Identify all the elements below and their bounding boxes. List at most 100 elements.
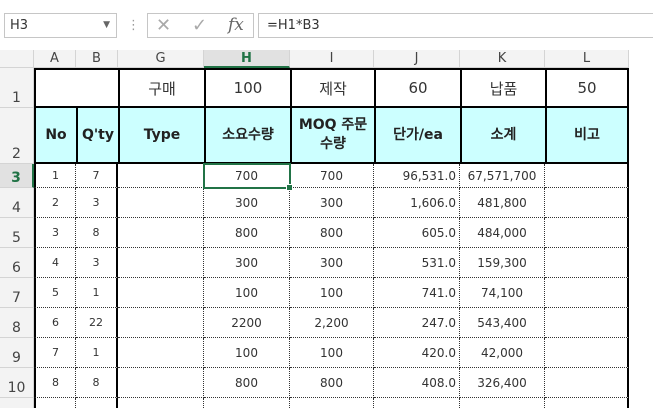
column-header-h[interactable]: H [204, 50, 290, 68]
column-header-j[interactable]: J [374, 50, 460, 68]
table-cell-b[interactable]: 1 [76, 338, 118, 368]
table-cell-b[interactable]: 8 [76, 218, 118, 248]
table-cell-l[interactable] [545, 164, 629, 188]
table-cell-i[interactable]: 800 [290, 368, 374, 398]
table-cell-j[interactable]: 408.0 [374, 368, 460, 398]
table-cell-a[interactable]: 8 [34, 368, 76, 398]
table-cell-l[interactable] [545, 308, 629, 338]
cell-a2[interactable]: No [34, 108, 76, 164]
cell-b2[interactable]: Q'ty [76, 108, 118, 164]
cell-l1[interactable]: 50 [545, 68, 629, 108]
table-cell-k[interactable]: 67,571,700 [460, 164, 545, 188]
table-cell-h[interactable]: 300 [204, 188, 290, 218]
column-header-a[interactable]: A [34, 50, 76, 68]
row-header-3[interactable]: 3 [0, 164, 34, 188]
table-cell-i[interactable]: 700 [290, 164, 374, 188]
table-cell-k[interactable]: 74,100 [460, 278, 545, 308]
table-cell-i[interactable]: 300 [290, 248, 374, 278]
table-cell-j[interactable]: 96,531.0 [374, 164, 460, 188]
row-header-9[interactable]: 9 [0, 338, 34, 368]
cell-h1[interactable]: 100 [204, 68, 290, 108]
table-cell-g[interactable] [118, 188, 204, 218]
cell-i1[interactable]: 제작 [290, 68, 374, 108]
table-cell-k[interactable]: 484,000 [460, 218, 545, 248]
table-cell-h[interactable]: 800 [204, 368, 290, 398]
row-header-7[interactable]: 7 [0, 278, 34, 308]
table-cell-k[interactable]: 481,800 [460, 188, 545, 218]
table-cell-a[interactable]: 5 [34, 278, 76, 308]
cell-i2[interactable]: MOQ 주문 수량 [290, 108, 374, 164]
empty-cell[interactable] [118, 398, 204, 408]
table-cell-i[interactable]: 800 [290, 218, 374, 248]
table-cell-g[interactable] [118, 248, 204, 278]
row-header-5[interactable]: 5 [0, 218, 34, 248]
cell-k1[interactable]: 납품 [460, 68, 545, 108]
name-box[interactable]: H3 ▼ [4, 13, 117, 38]
row-header-4[interactable]: 4 [0, 188, 34, 218]
table-cell-g[interactable] [118, 368, 204, 398]
column-header-b[interactable]: B [76, 50, 118, 68]
cell-j1[interactable]: 60 [374, 68, 460, 108]
table-cell-g[interactable] [118, 164, 204, 188]
table-cell-i[interactable]: 300 [290, 188, 374, 218]
table-cell-j[interactable]: 420.0 [374, 338, 460, 368]
table-cell-i[interactable]: 2,200 [290, 308, 374, 338]
table-cell-h[interactable]: 100 [204, 338, 290, 368]
empty-cell[interactable] [290, 398, 374, 408]
table-cell-k[interactable]: 326,400 [460, 368, 545, 398]
table-cell-a[interactable]: 4 [34, 248, 76, 278]
table-cell-g[interactable] [118, 308, 204, 338]
table-cell-j[interactable]: 605.0 [374, 218, 460, 248]
table-cell-l[interactable] [545, 218, 629, 248]
table-cell-g[interactable] [118, 278, 204, 308]
table-cell-h[interactable]: 700 [204, 164, 290, 188]
table-cell-k[interactable]: 42,000 [460, 338, 545, 368]
table-cell-g[interactable] [118, 338, 204, 368]
cell-j2[interactable]: 단가/ea [374, 108, 460, 164]
formula-input[interactable]: =H1*B3 [258, 13, 653, 38]
table-cell-i[interactable]: 100 [290, 278, 374, 308]
table-cell-a[interactable]: 3 [34, 218, 76, 248]
row-header-2[interactable]: 2 [0, 108, 34, 164]
table-cell-l[interactable] [545, 188, 629, 218]
table-cell-i[interactable]: 100 [290, 338, 374, 368]
row-header-10[interactable]: 10 [0, 368, 34, 398]
cancel-icon[interactable]: ✕ [156, 14, 171, 37]
enter-icon[interactable]: ✓ [192, 14, 207, 37]
cell-g1[interactable]: 구매 [118, 68, 204, 108]
column-header-k[interactable]: K [460, 50, 545, 68]
empty-cell[interactable] [374, 398, 460, 408]
empty-cell[interactable] [460, 398, 545, 408]
more-options-icon[interactable]: ⋮ [127, 13, 140, 38]
table-cell-k[interactable]: 159,300 [460, 248, 545, 278]
row-header-8[interactable]: 8 [0, 308, 34, 338]
table-cell-b[interactable]: 8 [76, 368, 118, 398]
empty-cell[interactable] [76, 398, 118, 408]
table-cell-h[interactable]: 2200 [204, 308, 290, 338]
row-header-1[interactable]: 1 [0, 68, 34, 108]
table-cell-j[interactable]: 741.0 [374, 278, 460, 308]
cell-h2[interactable]: 소요수량 [204, 108, 290, 164]
select-all-corner[interactable] [0, 50, 34, 68]
cell-k2[interactable]: 소계 [460, 108, 545, 164]
column-header-l[interactable]: L [545, 50, 629, 68]
table-cell-h[interactable]: 800 [204, 218, 290, 248]
table-cell-b[interactable]: 22 [76, 308, 118, 338]
cell-g2[interactable]: Type [118, 108, 204, 164]
column-header-g[interactable]: G [118, 50, 204, 68]
cell-l2[interactable]: 비고 [545, 108, 629, 164]
row-header-6[interactable]: 6 [0, 248, 34, 278]
table-cell-b[interactable]: 3 [76, 248, 118, 278]
table-cell-k[interactable]: 543,400 [460, 308, 545, 338]
row-header-partial[interactable] [0, 398, 34, 408]
chevron-down-icon[interactable]: ▼ [103, 14, 110, 37]
cell-b1[interactable] [76, 68, 118, 108]
table-cell-b[interactable]: 1 [76, 278, 118, 308]
table-cell-l[interactable] [545, 338, 629, 368]
table-cell-a[interactable]: 2 [34, 188, 76, 218]
table-cell-a[interactable]: 7 [34, 338, 76, 368]
table-cell-j[interactable]: 247.0 [374, 308, 460, 338]
cell-a1[interactable] [34, 68, 76, 108]
table-cell-j[interactable]: 531.0 [374, 248, 460, 278]
table-cell-h[interactable]: 100 [204, 278, 290, 308]
